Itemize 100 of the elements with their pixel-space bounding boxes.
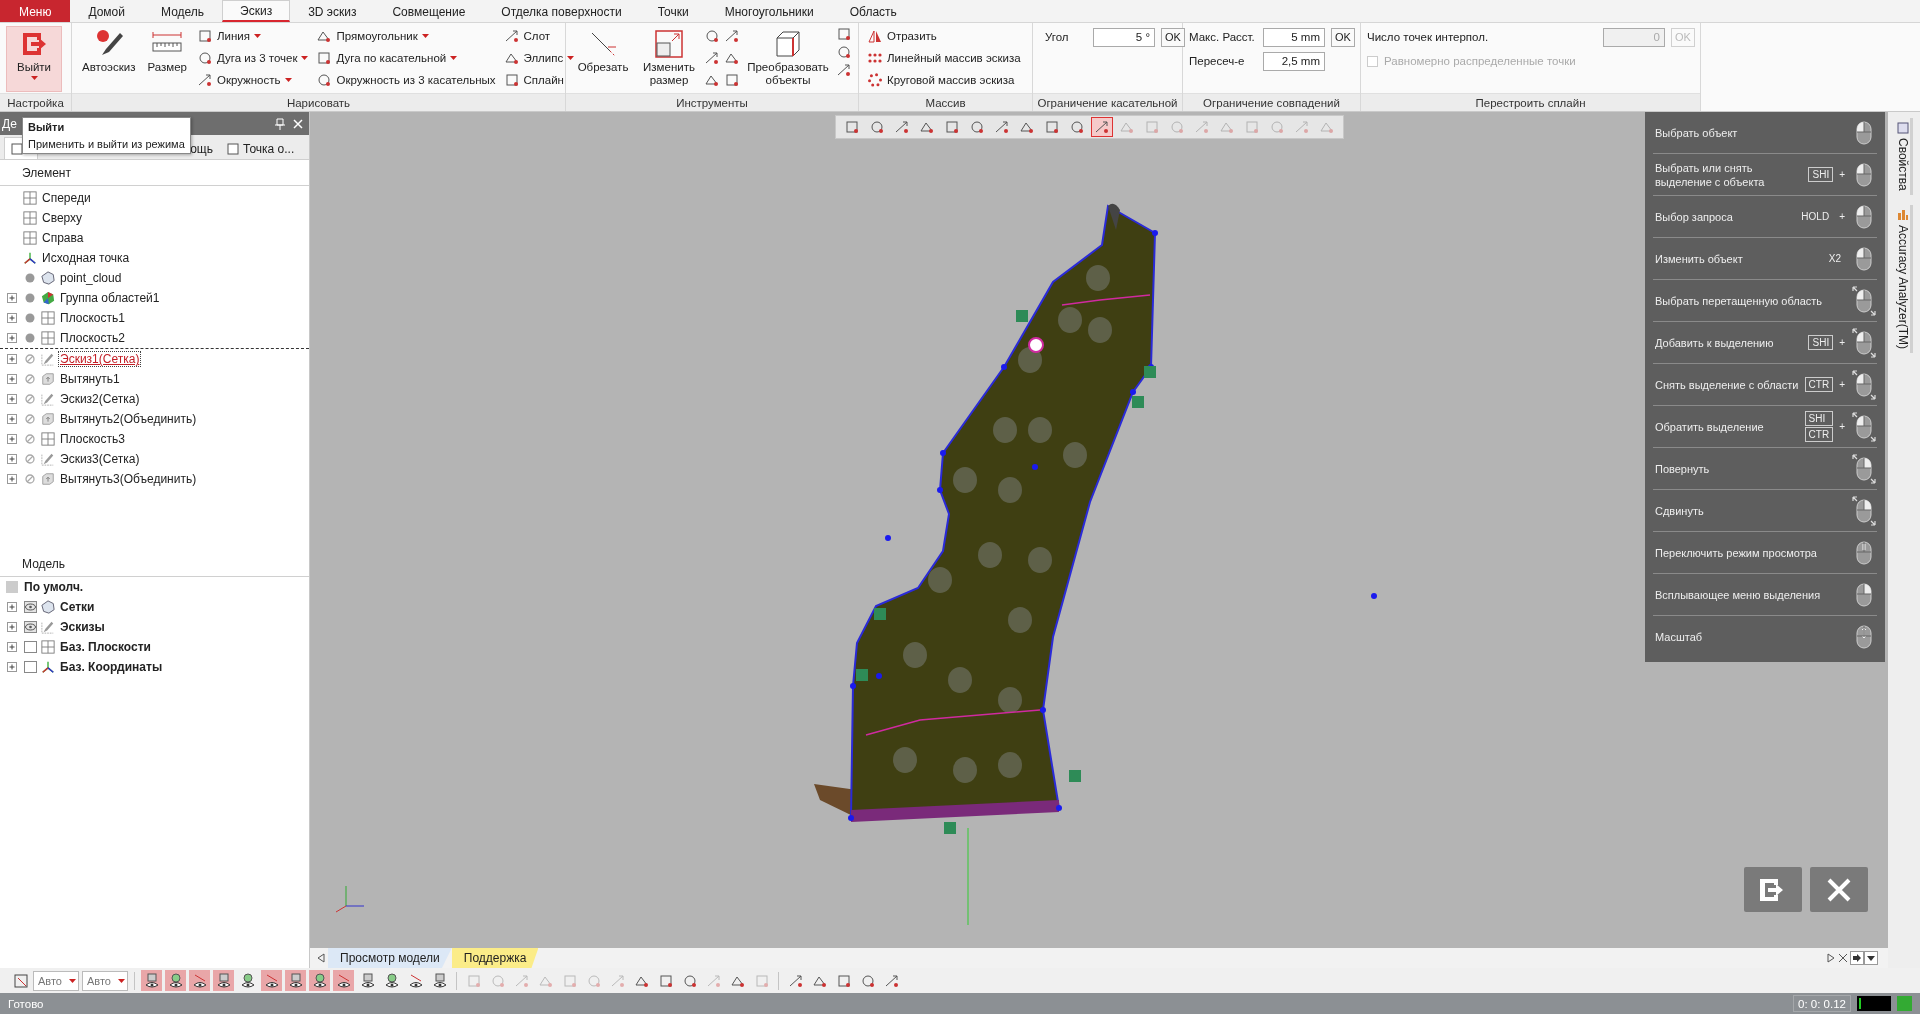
hidden-icon[interactable] — [25, 454, 35, 464]
ribbon-tab[interactable]: Точки — [639, 0, 707, 22]
ribbon-tab[interactable]: Многоугольники — [706, 0, 832, 22]
ribbon-tab[interactable]: Область — [831, 0, 915, 22]
mode-dropdown[interactable]: Авто — [82, 970, 128, 991]
tree-item[interactable]: Вытянуть2(Объединить) — [59, 412, 198, 426]
toolbar-button[interactable] — [261, 970, 282, 991]
ribbon-button[interactable]: Дуга по касательной — [314, 48, 498, 68]
cancel-button[interactable] — [1810, 867, 1868, 912]
ribbon-button[interactable]: Размер — [143, 26, 191, 77]
visibility-toggle[interactable] — [23, 661, 37, 673]
visibility-toggle[interactable] — [23, 641, 37, 653]
ribbon-button[interactable]: Отразить — [865, 26, 1023, 46]
tool-icon — [704, 50, 720, 66]
expand-icon[interactable] — [7, 414, 17, 424]
tree-item[interactable]: Группа областей1 — [59, 291, 161, 305]
tree-item[interactable]: Спереди — [41, 191, 92, 205]
tree-item[interactable]: point_cloud — [59, 271, 123, 285]
exit-button[interactable]: Выйти — [6, 26, 62, 92]
tree-item[interactable]: Справа — [41, 231, 85, 245]
panel-tab[interactable]: Точка о... — [220, 137, 302, 159]
toolbar-button[interactable] — [141, 970, 162, 991]
side-tab[interactable]: Свойства — [1895, 118, 1913, 195]
visibility-dot[interactable] — [25, 273, 35, 283]
tree-item[interactable]: Эскиз3(Сетка) — [59, 452, 141, 466]
ribbon-button[interactable]: Дуга из 3 точек — [194, 48, 311, 68]
tree-item[interactable]: Плоскость2 — [59, 331, 126, 345]
tree-item[interactable]: Вытянуть1 — [59, 372, 121, 386]
ribbon-button[interactable]: Линия — [194, 26, 311, 46]
menu-button[interactable]: Меню — [0, 0, 71, 22]
hidden-icon[interactable] — [25, 354, 35, 364]
hidden-icon[interactable] — [25, 394, 35, 404]
expand-icon[interactable] — [7, 662, 17, 672]
tree-item[interactable]: Баз. Плоскости — [59, 640, 152, 654]
distance-field[interactable]: 5 mm — [1263, 27, 1325, 47]
ribbon-tab[interactable]: Модель — [143, 0, 223, 22]
ribbon-tab[interactable]: Домой — [70, 0, 143, 22]
ribbon-tab[interactable]: 3D эскиз — [290, 0, 375, 22]
mode-dropdown[interactable]: Авто — [33, 970, 79, 991]
view-tab[interactable]: Поддержка — [451, 948, 539, 968]
expand-icon[interactable] — [7, 333, 17, 343]
view-mode-icon — [191, 972, 208, 989]
expand-icon[interactable] — [7, 293, 17, 303]
ribbon-button[interactable]: Автоэскиз — [78, 26, 140, 77]
side-tab[interactable]: Accuracy Analyzer(TM) — [1895, 204, 1913, 353]
ribbon-tab[interactable]: Отделка поверхности — [483, 0, 640, 22]
tree-item[interactable]: Исходная точка — [41, 251, 131, 265]
visibility-dot[interactable] — [25, 333, 35, 343]
expand-icon[interactable] — [7, 602, 17, 612]
tree-item[interactable]: Эскизы — [59, 620, 106, 634]
tree-item[interactable]: Эскиз2(Сетка) — [59, 392, 141, 406]
toolbar-button[interactable] — [189, 970, 210, 991]
toolbar-button[interactable] — [333, 970, 354, 991]
circular-pattern-icon — [867, 72, 883, 88]
tree-item[interactable]: По умолч. — [23, 580, 85, 594]
visibility-toggle[interactable] — [23, 601, 37, 613]
toolbar-button[interactable] — [165, 970, 186, 991]
expand-icon[interactable] — [7, 374, 17, 384]
visibility-dot[interactable] — [25, 293, 35, 303]
ribbon-button[interactable]: Изменить размер — [638, 26, 700, 90]
hidden-icon[interactable] — [25, 434, 35, 444]
expand-icon[interactable] — [7, 642, 17, 652]
ok-button[interactable]: OK — [1331, 27, 1355, 47]
expand-icon[interactable] — [7, 394, 17, 404]
tool-icon — [316, 72, 333, 88]
tree-item[interactable]: Сверху — [41, 211, 84, 225]
toolbar-button[interactable] — [213, 970, 234, 991]
angle-field[interactable]: 5 ° — [1093, 27, 1155, 47]
tree-item[interactable]: Баз. Координаты — [59, 660, 164, 674]
ribbon-button[interactable]: Линейный массив эскиза — [865, 48, 1023, 68]
measure-icon — [859, 972, 876, 989]
toolbar-button[interactable] — [309, 970, 330, 991]
tree-item[interactable]: Сетки — [59, 600, 96, 614]
distance-field[interactable]: 2,5 mm — [1263, 51, 1325, 71]
tree-item[interactable]: Плоскость1 — [59, 311, 126, 325]
expand-icon[interactable] — [7, 354, 17, 364]
ribbon-button[interactable]: Прямоугольник — [314, 26, 498, 46]
tree-item[interactable]: Плоскость3 — [59, 432, 126, 446]
ribbon-button[interactable]: Окружность из 3 касательных — [314, 70, 498, 90]
ribbon-button[interactable]: Преобразовать объекты — [744, 26, 832, 90]
hidden-icon[interactable] — [25, 414, 35, 424]
ribbon-tab[interactable]: Эскиз — [222, 0, 291, 22]
ribbon-button[interactable]: Окружность — [194, 70, 311, 90]
hidden-icon[interactable] — [25, 474, 35, 484]
ok-button[interactable]: OK — [1161, 27, 1185, 47]
apply-exit-button[interactable] — [1744, 867, 1802, 912]
tree-item[interactable]: Эскиз1(Сетка) — [59, 352, 141, 366]
expand-icon[interactable] — [7, 313, 17, 323]
tree-item[interactable]: Вытянуть3(Объединить) — [59, 472, 198, 486]
expand-icon[interactable] — [7, 474, 17, 484]
expand-icon[interactable] — [7, 454, 17, 464]
visibility-dot[interactable] — [25, 313, 35, 323]
hidden-icon[interactable] — [25, 374, 35, 384]
ribbon-tab[interactable]: Совмещение — [374, 0, 484, 22]
expand-icon[interactable] — [7, 434, 17, 444]
visibility-toggle[interactable] — [23, 621, 37, 633]
toolbar-button[interactable] — [285, 970, 306, 991]
view-tab[interactable]: Просмотр модели — [328, 948, 452, 968]
expand-icon[interactable] — [7, 622, 17, 632]
ribbon-button[interactable]: Круговой массив эскиза — [865, 70, 1023, 90]
